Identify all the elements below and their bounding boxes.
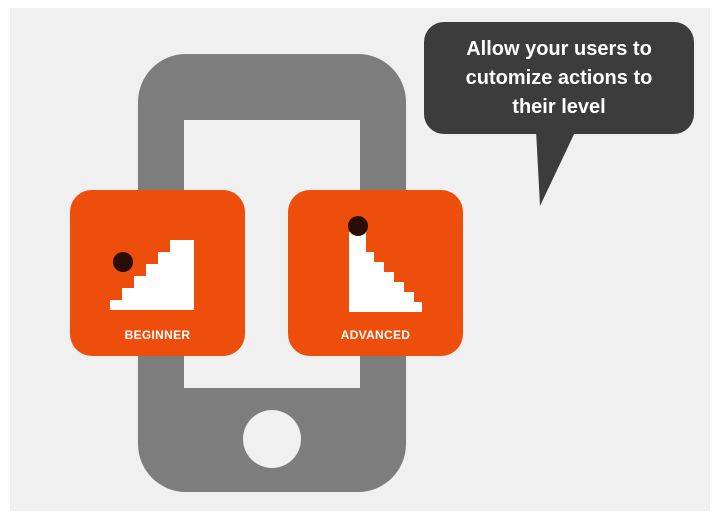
callout-line: their level bbox=[512, 96, 606, 118]
speech-bubble: Allow your users to cutomize actions to … bbox=[424, 22, 694, 134]
callout-line: cutomize actions to bbox=[465, 67, 653, 89]
callout-text: Allow your users to cutomize actions to … bbox=[424, 35, 694, 122]
advanced-tile[interactable]: ADVANCED bbox=[288, 190, 463, 356]
beginner-label: BEGINNER bbox=[124, 328, 191, 342]
advanced-label: ADVANCED bbox=[340, 328, 411, 342]
illustration-canvas: BEGINNER ADVANCED Allow your users to cu… bbox=[10, 8, 710, 511]
phone-home-button bbox=[243, 410, 301, 468]
callout-line: Allow your users to bbox=[466, 38, 652, 60]
beginner-tile[interactable]: BEGINNER bbox=[70, 190, 245, 356]
speech-bubble-tail bbox=[536, 130, 576, 206]
